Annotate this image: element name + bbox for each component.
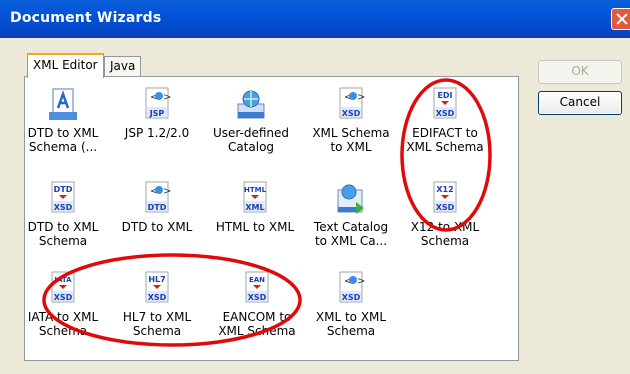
document-blue-a-icon	[46, 86, 80, 122]
wizard-edifact-to-xml-schema[interactable]: EDI XSD EDIFACT to XML Schema	[400, 86, 490, 154]
jsp-icon: < > JSP	[140, 86, 174, 122]
hl7-xsd-icon: HL7 XSD	[140, 270, 174, 306]
svg-text:JSP: JSP	[149, 109, 165, 118]
wizard-label: XML Schema to XML	[312, 126, 390, 154]
wizard-dtd-to-xml-schema-ellipsis[interactable]: DTD to XML Schema (...	[18, 86, 108, 154]
wizard-dtd-to-xml[interactable]: < > DTD DTD to XML	[112, 180, 202, 234]
svg-text:IATA: IATA	[54, 276, 72, 284]
svg-text:XSD: XSD	[54, 203, 73, 212]
xml-xsd-icon: < > XSD	[334, 270, 368, 306]
dtd-xsd-icon: DTD XSD	[46, 180, 80, 216]
svg-text:>: >	[357, 92, 365, 103]
wizard-label: DTD to XML	[121, 220, 193, 234]
wizard-label: IATA to XML Schema	[27, 310, 99, 338]
edi-xsd-icon: EDI XSD	[428, 86, 462, 122]
catalog-globe-icon	[234, 86, 268, 122]
svg-text:DTD: DTD	[54, 185, 73, 194]
xsd-icon: < > XSD	[334, 86, 368, 122]
svg-text:HTML: HTML	[244, 186, 267, 194]
dtd-icon: < > DTD	[140, 180, 174, 216]
wizard-xml-schema-to-xml[interactable]: < > XSD XML Schema to XML	[306, 86, 396, 154]
document-wizards-dialog: Document Wizards XML Editor Java OK Canc…	[0, 0, 630, 374]
wizard-dtd-to-xml-schema[interactable]: DTD XSD DTD to XML Schema	[18, 180, 108, 248]
svg-text:>: >	[163, 92, 171, 103]
wizard-label: DTD to XML Schema	[27, 220, 99, 248]
svg-text:X12: X12	[436, 185, 453, 194]
iata-xsd-icon: IATA XSD	[46, 270, 80, 306]
svg-text:>: >	[163, 186, 171, 197]
tab-xml-editor[interactable]: XML Editor	[27, 53, 104, 78]
wizard-label: JSP 1.2/2.0	[124, 126, 190, 140]
svg-text:XSD: XSD	[342, 109, 361, 118]
svg-text:XSD: XSD	[342, 293, 361, 302]
text-catalog-icon	[334, 180, 368, 216]
wizard-label: HL7 to XML Schema	[122, 310, 192, 338]
wizard-label: EANCOM to XML Schema	[218, 310, 296, 338]
title-bar: Document Wizards	[0, 0, 630, 38]
svg-text:DTD: DTD	[148, 203, 167, 212]
wizard-label: X12 to XML Schema	[410, 220, 480, 248]
svg-text:XSD: XSD	[436, 203, 455, 212]
svg-text:XML: XML	[245, 203, 264, 212]
wizard-label: EDIFACT to XML Schema	[406, 126, 484, 154]
dialog-title: Document Wizards	[10, 10, 162, 26]
wizard-text-catalog-to-xml-catalog[interactable]: Text Catalog to XML Ca...	[306, 180, 396, 248]
wizard-label: HTML to XML	[215, 220, 295, 234]
wizard-user-defined-catalog[interactable]: User-defined Catalog	[206, 86, 296, 154]
html-xml-icon: HTML XML	[238, 180, 272, 216]
svg-text:XSD: XSD	[248, 293, 267, 302]
wizard-label: Text Catalog to XML Ca...	[313, 220, 389, 248]
wizard-jsp[interactable]: < > JSP JSP 1.2/2.0	[112, 86, 202, 140]
wizard-hl7-to-xml-schema[interactable]: HL7 XSD HL7 to XML Schema	[112, 270, 202, 338]
wizard-eancom-to-xml-schema[interactable]: EAN XSD EANCOM to XML Schema	[212, 270, 302, 338]
svg-text:>: >	[357, 276, 365, 287]
svg-text:XSD: XSD	[54, 293, 73, 302]
ean-xsd-icon: EAN XSD	[240, 270, 274, 306]
wizard-label: XML to XML Schema	[315, 310, 387, 338]
svg-text:EAN: EAN	[249, 276, 265, 284]
close-button[interactable]	[611, 8, 630, 30]
tab-java[interactable]: Java	[104, 56, 142, 76]
wizard-label: User-defined Catalog	[212, 126, 290, 154]
ok-button[interactable]: OK	[538, 60, 622, 84]
svg-text:EDI: EDI	[437, 91, 452, 100]
svg-text:HL7: HL7	[148, 275, 165, 284]
wizard-label: DTD to XML Schema (...	[27, 126, 99, 154]
cancel-button[interactable]: Cancel	[538, 91, 622, 115]
wizard-html-to-xml[interactable]: HTML XML HTML to XML	[210, 180, 300, 234]
svg-text:XSD: XSD	[148, 293, 167, 302]
svg-text:XSD: XSD	[436, 109, 455, 118]
wizard-xml-to-xml-schema[interactable]: < > XSD XML to XML Schema	[306, 270, 396, 338]
wizard-x12-to-xml-schema[interactable]: X12 XSD X12 to XML Schema	[400, 180, 490, 248]
wizard-iata-to-xml-schema[interactable]: IATA XSD IATA to XML Schema	[18, 270, 108, 338]
x12-xsd-icon: X12 XSD	[428, 180, 462, 216]
